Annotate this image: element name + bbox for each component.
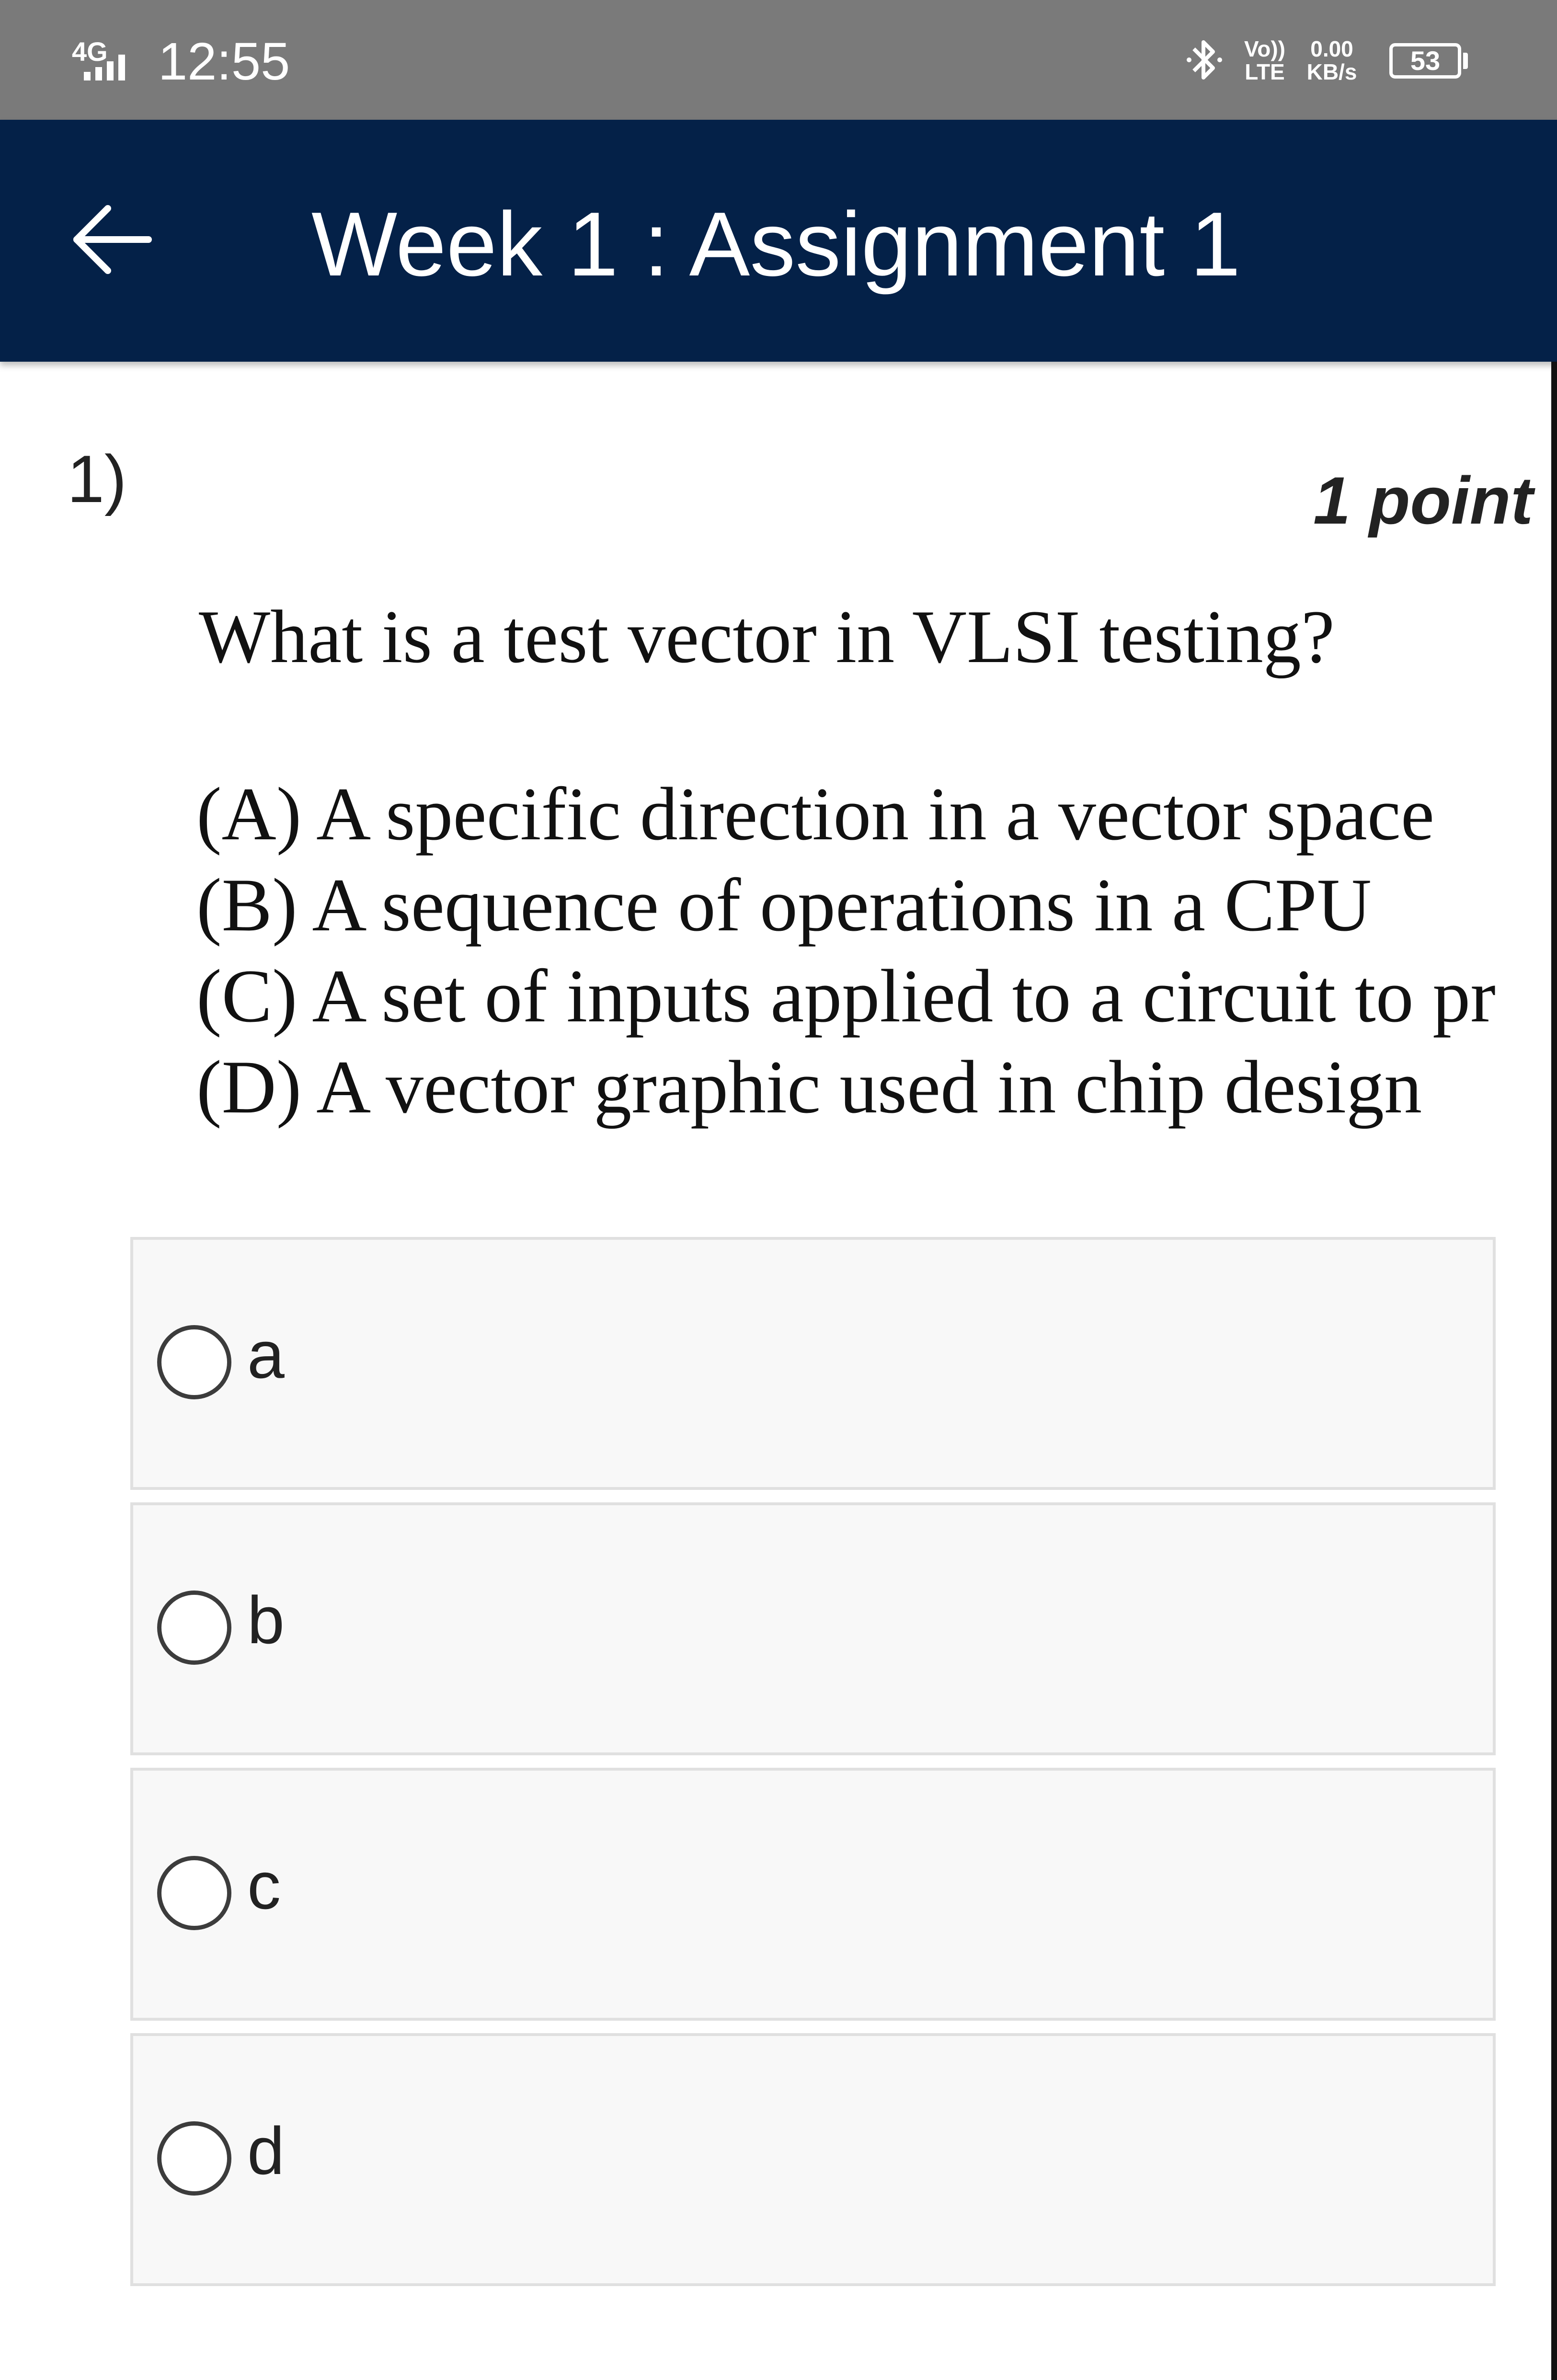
radio-button-icon[interactable] [157,1856,231,1930]
radio-button-icon[interactable] [157,1325,231,1399]
radio-button-icon[interactable] [157,1590,231,1665]
question-text: What is a test vector in VLSI testing? [199,595,1335,679]
question-number: 1) [67,441,127,516]
network-speed: 0.00 KB/s [1298,37,1365,83]
question-option-b: (B) A sequence of operations in a CPU [196,863,1372,947]
battery-level: 53 [1410,46,1441,76]
choice-label: b [247,1582,285,1658]
question-option-d: (D) A vector graphic used in chip design [196,1045,1422,1129]
question-points: 1 point [1313,463,1533,538]
choice-label: a [247,1317,285,1392]
volte-bottom: LTE [1245,59,1285,84]
speed-unit: KB/s [1306,59,1357,84]
volte-top: Vo)) [1244,36,1285,61]
speed-value: 0.00 [1310,36,1353,61]
answer-choice-d[interactable]: d [130,2033,1496,2286]
choice-label: c [247,1848,281,1923]
signal-icon [84,52,125,80]
answer-choice-c[interactable]: c [130,1768,1496,2021]
question-option-a: (A) A specific direction in a vector spa… [196,772,1435,856]
volte-indicator: Vo)) LTE [1238,37,1291,83]
bluetooth-icon [1187,40,1222,80]
arrow-left-icon[interactable] [67,201,153,278]
clock: 12:55 [158,32,290,91]
answer-choice-b[interactable]: b [130,1502,1496,1755]
choice-label: d [247,2113,285,2188]
battery-nub [1463,53,1468,69]
page-title: Week 1 : Assignment 1 [311,194,1241,295]
radio-button-icon[interactable] [157,2121,231,2196]
screen-edge-divider [1551,362,1557,2380]
question-option-c: (C) A set of inputs applied to a circuit… [196,954,1496,1038]
app-bar: Week 1 : Assignment 1 [0,120,1557,362]
status-bar: 4G 12:55 Vo)) LTE 0.00 KB/s 53 [0,0,1557,120]
battery-icon: 53 [1389,43,1461,79]
answer-choice-a[interactable]: a [130,1237,1496,1490]
